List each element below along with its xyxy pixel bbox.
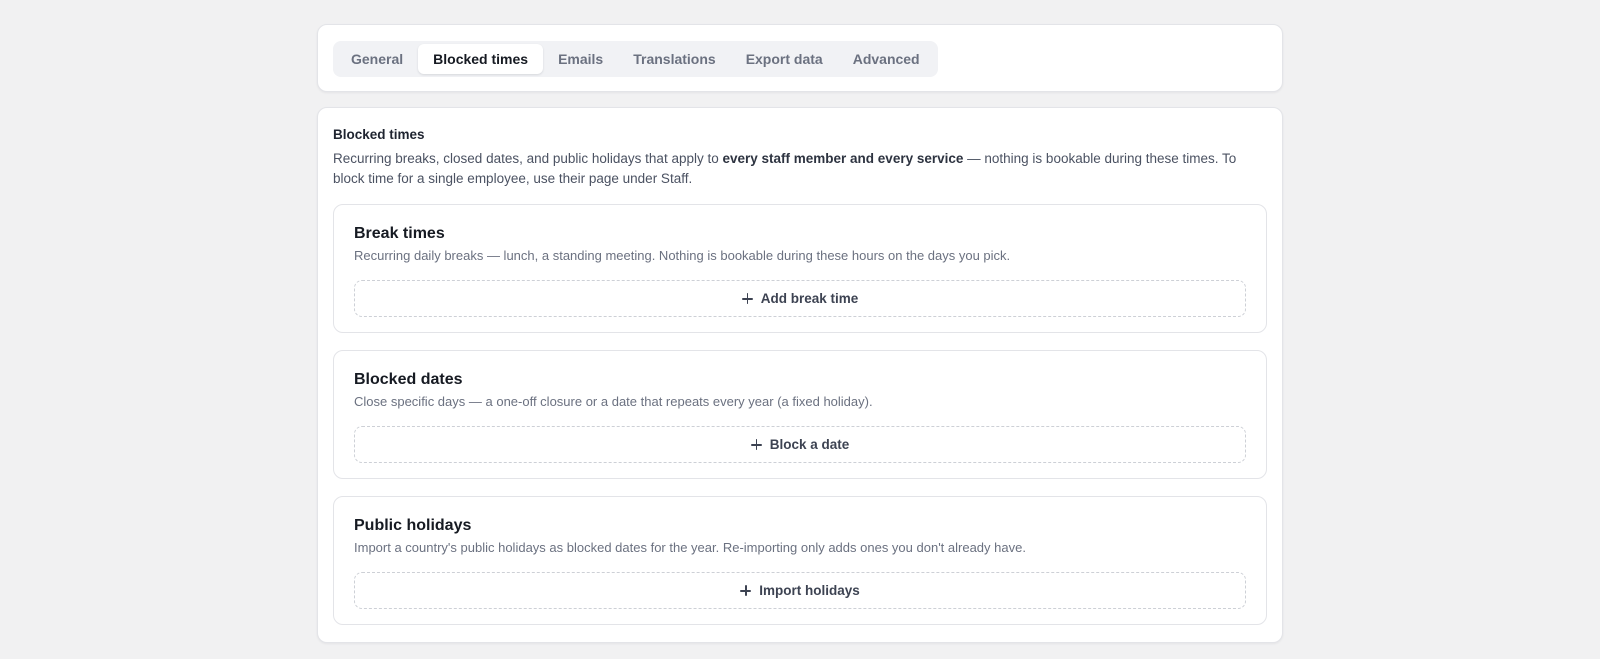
break-times-description: Recurring daily breaks — lunch, a standi… [354,248,1011,263]
blocked-times-panel: Blocked times Recurring breaks, closed d… [317,107,1283,643]
plus-icon [750,439,762,450]
add-break-time-button[interactable]: Add break time [354,280,1246,317]
tab-general[interactable]: General [336,44,418,74]
settings-container: General Blocked times Emails Translation… [317,24,1283,643]
tab-export-data[interactable]: Export data [731,44,838,74]
break-times-title: Break times [354,225,445,242]
blocked-dates-card: Blocked dates Close specific days — a on… [333,350,1267,479]
import-holidays-button[interactable]: Import holidays [354,572,1246,609]
tabs-card: General Blocked times Emails Translation… [317,24,1283,92]
break-times-card: Break times Recurring daily breaks — lun… [333,204,1267,333]
tab-advanced[interactable]: Advanced [838,44,935,74]
tab-blocked-times[interactable]: Blocked times [418,44,544,74]
blocked-dates-description: Close specific days — a one-off closure … [354,394,873,409]
tab-translations[interactable]: Translations [618,44,730,74]
section-title: Blocked times [333,127,425,142]
public-holidays-description: Import a country's public holidays as bl… [354,540,1026,555]
section-desc-emphasis: every staff member and every service [722,151,964,166]
blocked-dates-title: Blocked dates [354,371,463,388]
import-holidays-label: Import holidays [759,583,860,598]
settings-tabs: General Blocked times Emails Translation… [333,41,938,77]
public-holidays-title: Public holidays [354,517,472,534]
section-desc-text: Recurring breaks, closed dates, and publ… [333,151,723,166]
tab-emails[interactable]: Emails [543,44,618,74]
plus-icon [740,585,752,596]
section-description: Recurring breaks, closed dates, and publ… [333,149,1267,188]
block-a-date-button[interactable]: Block a date [354,426,1246,463]
add-break-time-label: Add break time [760,291,859,306]
plus-icon [741,293,753,304]
block-a-date-label: Block a date [769,437,850,452]
public-holidays-card: Public holidays Import a country's publi… [333,496,1267,625]
